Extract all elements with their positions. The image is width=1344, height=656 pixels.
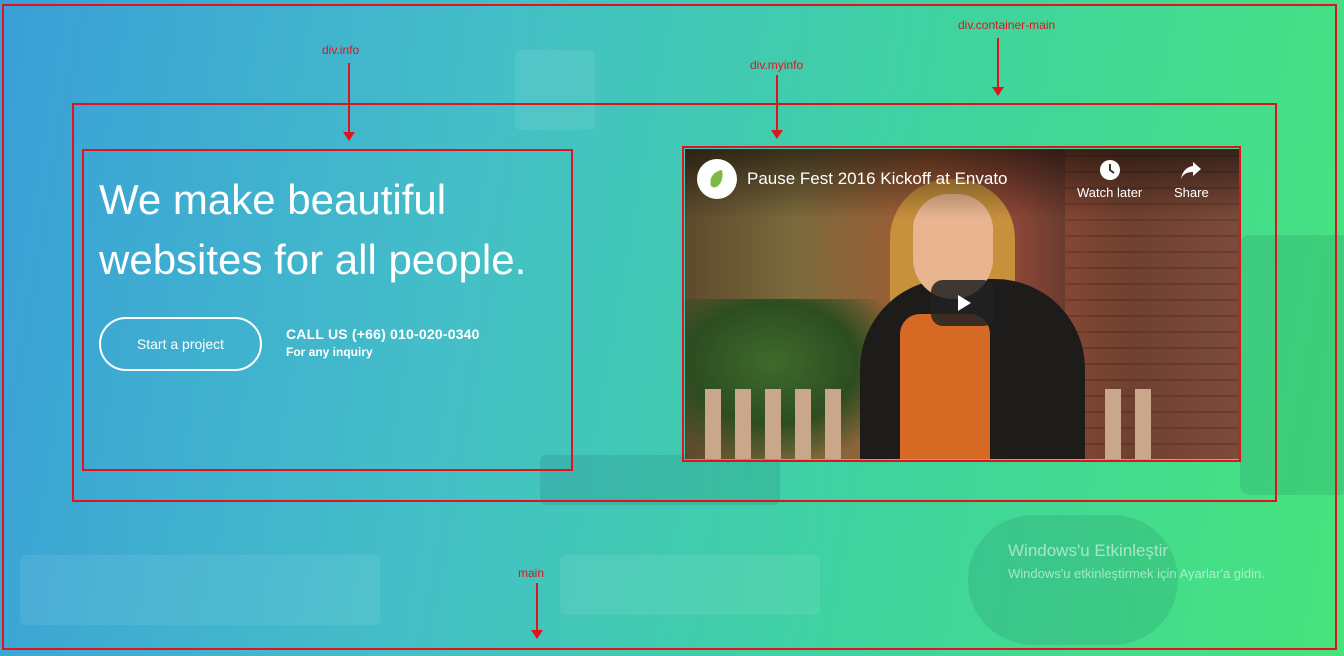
- info-annotation-arrow: [343, 63, 355, 141]
- container-main-annotation-arrow: [992, 38, 1004, 96]
- main-annotation-arrow: [531, 583, 543, 639]
- info-annotation-label: div.info: [322, 43, 360, 57]
- container-main-annotation-label: div.container-main: [958, 18, 1056, 32]
- myinfo-annotation-arrow: [771, 75, 783, 139]
- myinfo-annotation-label: div.myinfo: [750, 58, 804, 72]
- main-annotation-label: main: [518, 566, 545, 580]
- info-outline: [82, 149, 573, 471]
- myinfo-outline: [682, 146, 1241, 462]
